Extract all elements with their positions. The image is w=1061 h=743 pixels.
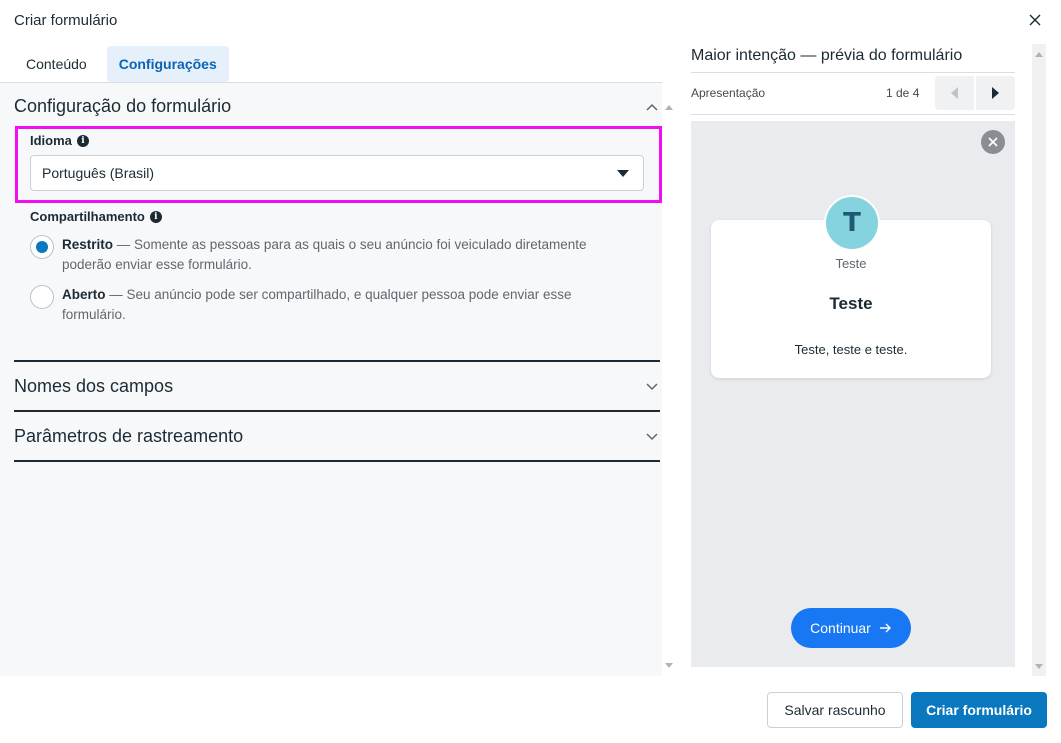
sharing-label-text: Compartilhamento <box>30 209 145 224</box>
section-divider <box>14 410 660 412</box>
scroll-up-icon[interactable] <box>665 105 673 110</box>
section-tracking-title[interactable]: Parâmetros de rastreamento <box>14 426 243 447</box>
scroll-down-icon[interactable] <box>665 663 673 668</box>
chevron-down-icon[interactable] <box>645 430 659 444</box>
section-divider <box>14 460 660 462</box>
language-label: Idioma i <box>30 133 89 148</box>
radio-aberto-title: Aberto <box>62 287 106 302</box>
tab-conteudo[interactable]: Conteúdo <box>14 46 99 82</box>
section-divider <box>14 360 660 362</box>
card-subtitle: Teste <box>835 256 867 271</box>
section-field-names-title[interactable]: Nomes dos campos <box>14 376 173 397</box>
language-select[interactable]: Português (Brasil) <box>30 155 644 191</box>
scroll-down-icon[interactable] <box>1035 664 1043 669</box>
sharing-option-aberto[interactable]: Aberto — Seu anúncio pode ser compartilh… <box>30 285 630 325</box>
scroll-up-icon[interactable] <box>1035 52 1043 57</box>
previous-page-button[interactable] <box>935 76 974 110</box>
preview-page-counter: 1 de 4 <box>886 86 920 100</box>
create-form-button[interactable]: Criar formulário <box>911 692 1047 728</box>
form-config-title: Configuração do formulário <box>14 96 232 116</box>
radio-aberto[interactable] <box>30 285 54 309</box>
avatar: T <box>824 195 880 251</box>
chevron-up-icon[interactable] <box>645 100 659 114</box>
create-form-dialog: Criar formulário Conteúdo Configurações … <box>0 0 1061 743</box>
info-icon[interactable]: i <box>149 210 162 223</box>
radio-aberto-desc: — Seu anúncio pode ser compartilhado, e … <box>62 287 572 322</box>
card-title: Teste <box>829 294 873 313</box>
preview-title: Maior intenção — prévia do formulário <box>691 47 963 64</box>
settings-scrollbar[interactable] <box>662 83 676 676</box>
radio-restrito[interactable] <box>30 235 54 259</box>
continue-button[interactable]: Continuar <box>791 608 911 648</box>
sharing-option-restrito[interactable]: Restrito — Somente as pessoas para as qu… <box>30 235 630 275</box>
radio-restrito-text: Restrito — Somente as pessoas para as qu… <box>62 235 630 275</box>
language-select-value: Português (Brasil) <box>42 165 155 181</box>
preview-step: Apresentação <box>691 86 766 100</box>
language-label-text: Idioma <box>30 133 72 148</box>
form-preview: Teste Teste Teste, teste e teste. T Cont… <box>691 121 1015 667</box>
preview-divider <box>691 72 1015 73</box>
preview-nav <box>935 76 1015 110</box>
save-draft-button[interactable]: Salvar rascunho <box>767 692 903 728</box>
chevron-down-icon[interactable] <box>645 380 659 394</box>
radio-aberto-text: Aberto — Seu anúncio pode ser compartilh… <box>62 285 630 325</box>
card-description: Teste, teste e teste. <box>794 342 908 357</box>
caret-right-icon <box>992 87 999 99</box>
close-icon[interactable] <box>1025 10 1045 30</box>
preview-divider <box>691 114 1015 115</box>
continue-label: Continuar <box>810 620 871 636</box>
radio-restrito-title: Restrito <box>62 237 114 252</box>
tab-bar: Conteúdo Configurações <box>14 46 229 82</box>
arrow-right-icon <box>879 623 891 633</box>
dialog-title: Criar formulário <box>14 12 118 29</box>
caret-down-icon <box>617 170 629 177</box>
close-circle-icon[interactable] <box>981 130 1005 154</box>
sharing-label: Compartilhamento i <box>30 209 162 224</box>
next-page-button[interactable] <box>976 76 1015 110</box>
preview-scrollbar[interactable] <box>1032 44 1046 676</box>
info-icon[interactable]: i <box>76 134 89 147</box>
tab-configuracoes[interactable]: Configurações <box>106 46 229 82</box>
caret-left-icon <box>951 87 958 99</box>
radio-restrito-desc: — Somente as pessoas para as quais o seu… <box>62 237 587 272</box>
